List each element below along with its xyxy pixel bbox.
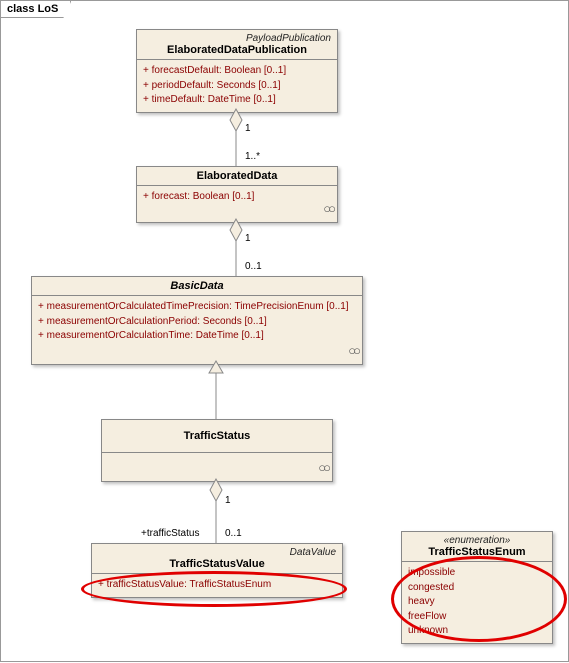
class-basic-data: BasicData + measurementOrCalculatedTimeP…	[31, 276, 363, 365]
enum-value: congested	[408, 581, 546, 596]
class-elaborated-data-publication: PayloadPublication ElaboratedDataPublica…	[136, 29, 338, 113]
attribute: + measurementOrCalculationTime: DateTime…	[38, 329, 356, 344]
attribute: + measurementOrCalculatedTimePrecision: …	[38, 300, 356, 315]
class-name: TrafficStatus	[108, 430, 326, 442]
class-traffic-status-value: DataValue TrafficStatusValue + trafficSt…	[91, 543, 343, 598]
class-body: + forecast: Boolean [0..1] ○○	[137, 186, 337, 222]
extension-marker-icon: ○○	[318, 459, 328, 478]
stereotype-label: DataValue	[98, 547, 336, 558]
multiplicity: 0..1	[245, 261, 262, 272]
attribute: + periodDefault: Seconds [0..1]	[143, 79, 331, 94]
attribute: + forecast: Boolean [0..1]	[143, 190, 331, 205]
class-traffic-status-enum: «enumeration» TrafficStatusEnum impossib…	[401, 531, 553, 644]
class-traffic-status: TrafficStatus ○○	[101, 419, 333, 482]
diagram-frame: class LoS PayloadPublication ElaboratedD…	[0, 0, 569, 662]
class-header: DataValue TrafficStatusValue	[92, 544, 342, 574]
stereotype-label: PayloadPublication	[143, 33, 331, 44]
multiplicity: 1	[245, 233, 251, 244]
stereotype-label: «enumeration»	[408, 535, 546, 546]
class-name: TrafficStatusValue	[98, 558, 336, 570]
class-body: ○○	[102, 453, 332, 481]
class-name: BasicData	[38, 280, 356, 292]
enum-value: freeFlow	[408, 610, 546, 625]
class-header: «enumeration» TrafficStatusEnum	[402, 532, 552, 562]
multiplicity: 1	[245, 123, 251, 134]
attribute: + trafficStatusValue: TrafficStatusEnum	[98, 578, 336, 593]
class-body: + forecastDefault: Boolean [0..1] + peri…	[137, 60, 337, 112]
enum-value: unknown	[408, 624, 546, 639]
class-body: + trafficStatusValue: TrafficStatusEnum	[92, 574, 342, 597]
class-header: BasicData	[32, 277, 362, 296]
class-header: PayloadPublication ElaboratedDataPublica…	[137, 30, 337, 60]
enum-value: heavy	[408, 595, 546, 610]
attribute: + measurementOrCalculationPeriod: Second…	[38, 315, 356, 330]
class-header: TrafficStatus	[102, 420, 332, 453]
attribute: + timeDefault: DateTime [0..1]	[143, 93, 331, 108]
frame-label: class LoS	[1, 1, 71, 18]
class-name: ElaboratedData	[143, 170, 331, 182]
class-body: + measurementOrCalculatedTimePrecision: …	[32, 296, 362, 364]
role-name: +trafficStatus	[141, 528, 199, 539]
multiplicity: 1..*	[245, 151, 260, 162]
class-body: impossible congested heavy freeFlow unkn…	[402, 562, 552, 643]
multiplicity: 1	[225, 495, 231, 506]
attribute: + forecastDefault: Boolean [0..1]	[143, 64, 331, 79]
multiplicity: 0..1	[225, 528, 242, 539]
extension-marker-icon: ○○	[323, 200, 333, 219]
class-name: ElaboratedDataPublication	[143, 44, 331, 56]
class-name: TrafficStatusEnum	[408, 546, 546, 558]
extension-marker-icon: ○○	[348, 342, 358, 361]
class-elaborated-data: ElaboratedData + forecast: Boolean [0..1…	[136, 166, 338, 223]
enum-value: impossible	[408, 566, 546, 581]
class-header: ElaboratedData	[137, 167, 337, 186]
